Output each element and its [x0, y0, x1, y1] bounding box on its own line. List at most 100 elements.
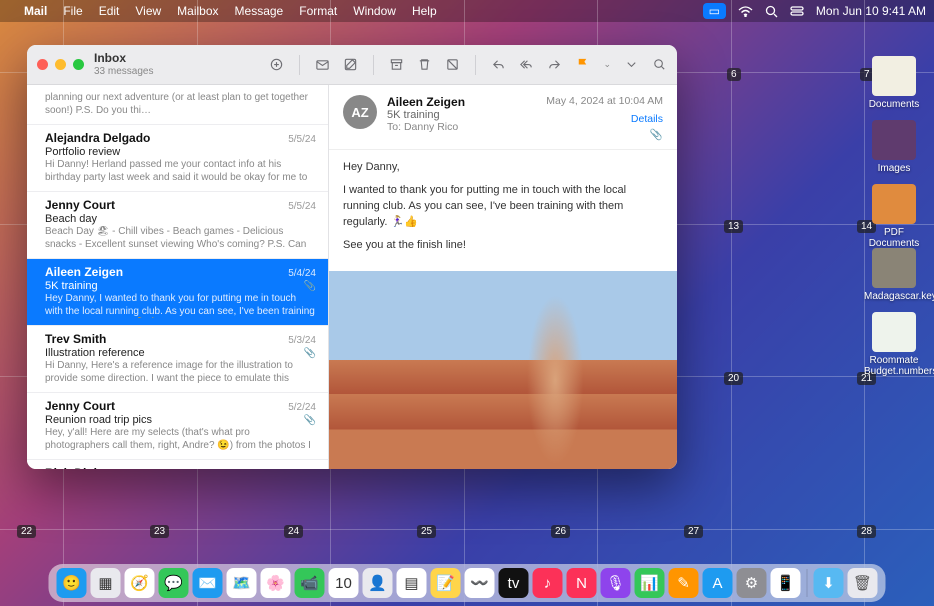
viewer-body: Hey Danny,I wanted to thank you for putt… — [329, 150, 677, 271]
avatar: AZ — [343, 95, 377, 129]
reply-all-icon[interactable] — [519, 57, 534, 72]
desktop-icon-label: Documents — [864, 99, 924, 110]
grid-label: 20 — [724, 372, 743, 385]
spotlight-icon[interactable] — [765, 5, 778, 18]
message-row[interactable]: Trev Smith5/3/24Illustration referenceHi… — [27, 326, 328, 393]
more-icon[interactable] — [624, 57, 639, 72]
titlebar: Inbox 33 messages ⌄ — [27, 45, 677, 85]
inbox-label: Inbox — [94, 52, 153, 65]
dock-tv[interactable]: tv — [499, 568, 529, 598]
forward-icon[interactable] — [547, 57, 562, 72]
desktop-icon-roommate-budget-numbers[interactable]: Roommate Budget.numbers — [864, 312, 924, 377]
screen-mirroring-icon[interactable]: ▭ — [703, 3, 726, 19]
msg-from: Rich Dinh — [45, 466, 101, 469]
msg-preview: Hey, y'all! Here are my selects (that's … — [45, 427, 316, 452]
desktop-icon-images[interactable]: Images — [864, 120, 924, 174]
dock-music[interactable]: ♪ — [533, 568, 563, 598]
message-row[interactable]: Aileen Zeigen 5/4/245K trainingHey Danny,… — [27, 259, 328, 326]
dock[interactable]: 🙂▦🧭💬✉️🗺️🌸📹10👤▤📝〰️tv♪N🎙📊✎A⚙︎📱 ⬇︎🗑 — [49, 564, 886, 602]
dock-podcasts[interactable]: 🎙 — [601, 568, 631, 598]
flag-chevron-icon[interactable]: ⌄ — [603, 59, 611, 70]
search-icon[interactable] — [652, 57, 667, 72]
dock-maps[interactable]: 🗺️ — [227, 568, 257, 598]
clock[interactable]: Mon Jun 10 9:41 AM — [816, 4, 926, 18]
desktop-icon-madagascar-key[interactable]: Madagascar.key — [864, 248, 924, 302]
dock-trash[interactable]: 🗑 — [848, 568, 878, 598]
message-row[interactable]: Jenny Court5/2/24Reunion road trip picsH… — [27, 393, 328, 460]
message-list[interactable]: planning our next adventure (or at least… — [27, 85, 329, 469]
grid-label: 28 — [857, 525, 876, 538]
message-row[interactable]: planning our next adventure (or at least… — [27, 85, 328, 125]
compose-icon[interactable] — [315, 57, 330, 72]
dock-settings[interactable]: ⚙︎ — [737, 568, 767, 598]
dock-safari[interactable]: 🧭 — [125, 568, 155, 598]
msg-date: 5/5/24 — [288, 201, 316, 212]
window-minimize[interactable] — [55, 59, 66, 70]
desktop-icon-label: Roommate Budget.numbers — [864, 355, 924, 377]
dock-news[interactable]: N — [567, 568, 597, 598]
message-row[interactable]: Alejandra Delgado5/5/24Portfolio reviewH… — [27, 125, 328, 192]
msg-from: Aileen Zeigen — [45, 265, 123, 279]
dock-calendar[interactable]: 10 — [329, 568, 359, 598]
msg-date: 5/4/24 — [288, 268, 316, 279]
dock-mail[interactable]: ✉️ — [193, 568, 223, 598]
menu-edit[interactable]: Edit — [99, 4, 120, 18]
dock-messages[interactable]: 💬 — [159, 568, 189, 598]
menu-file[interactable]: File — [63, 4, 82, 18]
wifi-icon[interactable] — [738, 6, 753, 17]
msg-preview: Hi Danny, Here's a reference image for t… — [45, 360, 316, 385]
grid-label: 23 — [150, 525, 169, 538]
message-viewer: AZ Aileen Zeigen 5K training To: Danny R… — [329, 85, 677, 469]
dock-photos[interactable]: 🌸 — [261, 568, 291, 598]
desktop-icon-pdf-documents[interactable]: PDF Documents — [864, 184, 924, 249]
dock-numbers[interactable]: 📊 — [635, 568, 665, 598]
dock-launchpad[interactable]: ▦ — [91, 568, 121, 598]
message-row[interactable]: Rich Dinh4/28/24Trip to Zion National Pa… — [27, 460, 328, 469]
dock-pages[interactable]: ✎ — [669, 568, 699, 598]
reply-icon[interactable] — [491, 57, 506, 72]
dock-finder[interactable]: 🙂 — [57, 568, 87, 598]
menu-format[interactable]: Format — [299, 4, 337, 18]
menu-mailbox[interactable]: Mailbox — [177, 4, 218, 18]
dock-contacts[interactable]: 👤 — [363, 568, 393, 598]
grid-label: 22 — [17, 525, 36, 538]
details-link[interactable]: Details — [546, 113, 663, 125]
control-center-icon[interactable] — [790, 6, 804, 16]
trash-icon[interactable] — [417, 57, 432, 72]
flag-icon[interactable] — [575, 57, 590, 72]
menu-window[interactable]: Window — [353, 4, 396, 18]
filter-icon[interactable] — [269, 57, 284, 72]
junk-icon[interactable] — [445, 57, 460, 72]
msg-subject: Reunion road trip pics — [45, 414, 316, 426]
paperclip-icon: 📎 — [304, 348, 316, 359]
new-message-icon[interactable] — [343, 57, 358, 72]
window-close[interactable] — [37, 59, 48, 70]
menu-help[interactable]: Help — [412, 4, 437, 18]
viewer-paragraph: Hey Danny, — [343, 160, 663, 176]
msg-from: Trev Smith — [45, 332, 106, 346]
app-name[interactable]: Mail — [24, 4, 47, 18]
dock-appstore[interactable]: A — [703, 568, 733, 598]
dock-freeform[interactable]: 〰️ — [465, 568, 495, 598]
msg-preview: Hey Danny, I wanted to thank you for put… — [45, 293, 316, 318]
msg-subject: Illustration reference — [45, 347, 316, 359]
menubar[interactable]: Mail File Edit View Mailbox Message Form… — [0, 0, 934, 22]
desktop-icon-label: Madagascar.key — [864, 291, 924, 302]
archive-icon[interactable] — [389, 57, 404, 72]
window-zoom[interactable] — [73, 59, 84, 70]
paperclip-icon: 📎 — [304, 415, 316, 426]
viewer-subject: 5K training — [387, 109, 536, 121]
desktop-icon-documents[interactable]: Documents — [864, 56, 924, 110]
dock-notes[interactable]: 📝 — [431, 568, 461, 598]
dock-facetime[interactable]: 📹 — [295, 568, 325, 598]
message-row[interactable]: Jenny Court5/5/24Beach dayBeach Day 🏖 - … — [27, 192, 328, 259]
dock-reminders[interactable]: ▤ — [397, 568, 427, 598]
dock-downloads[interactable]: ⬇︎ — [814, 568, 844, 598]
msg-date: 5/2/24 — [288, 402, 316, 413]
dock-iphone[interactable]: 📱 — [771, 568, 801, 598]
mail-window: Inbox 33 messages ⌄ planning our next ad… — [27, 45, 677, 469]
hero-image — [329, 271, 677, 469]
msg-subject: 5K training — [45, 280, 316, 292]
menu-message[interactable]: Message — [235, 4, 284, 18]
menu-view[interactable]: View — [135, 4, 161, 18]
